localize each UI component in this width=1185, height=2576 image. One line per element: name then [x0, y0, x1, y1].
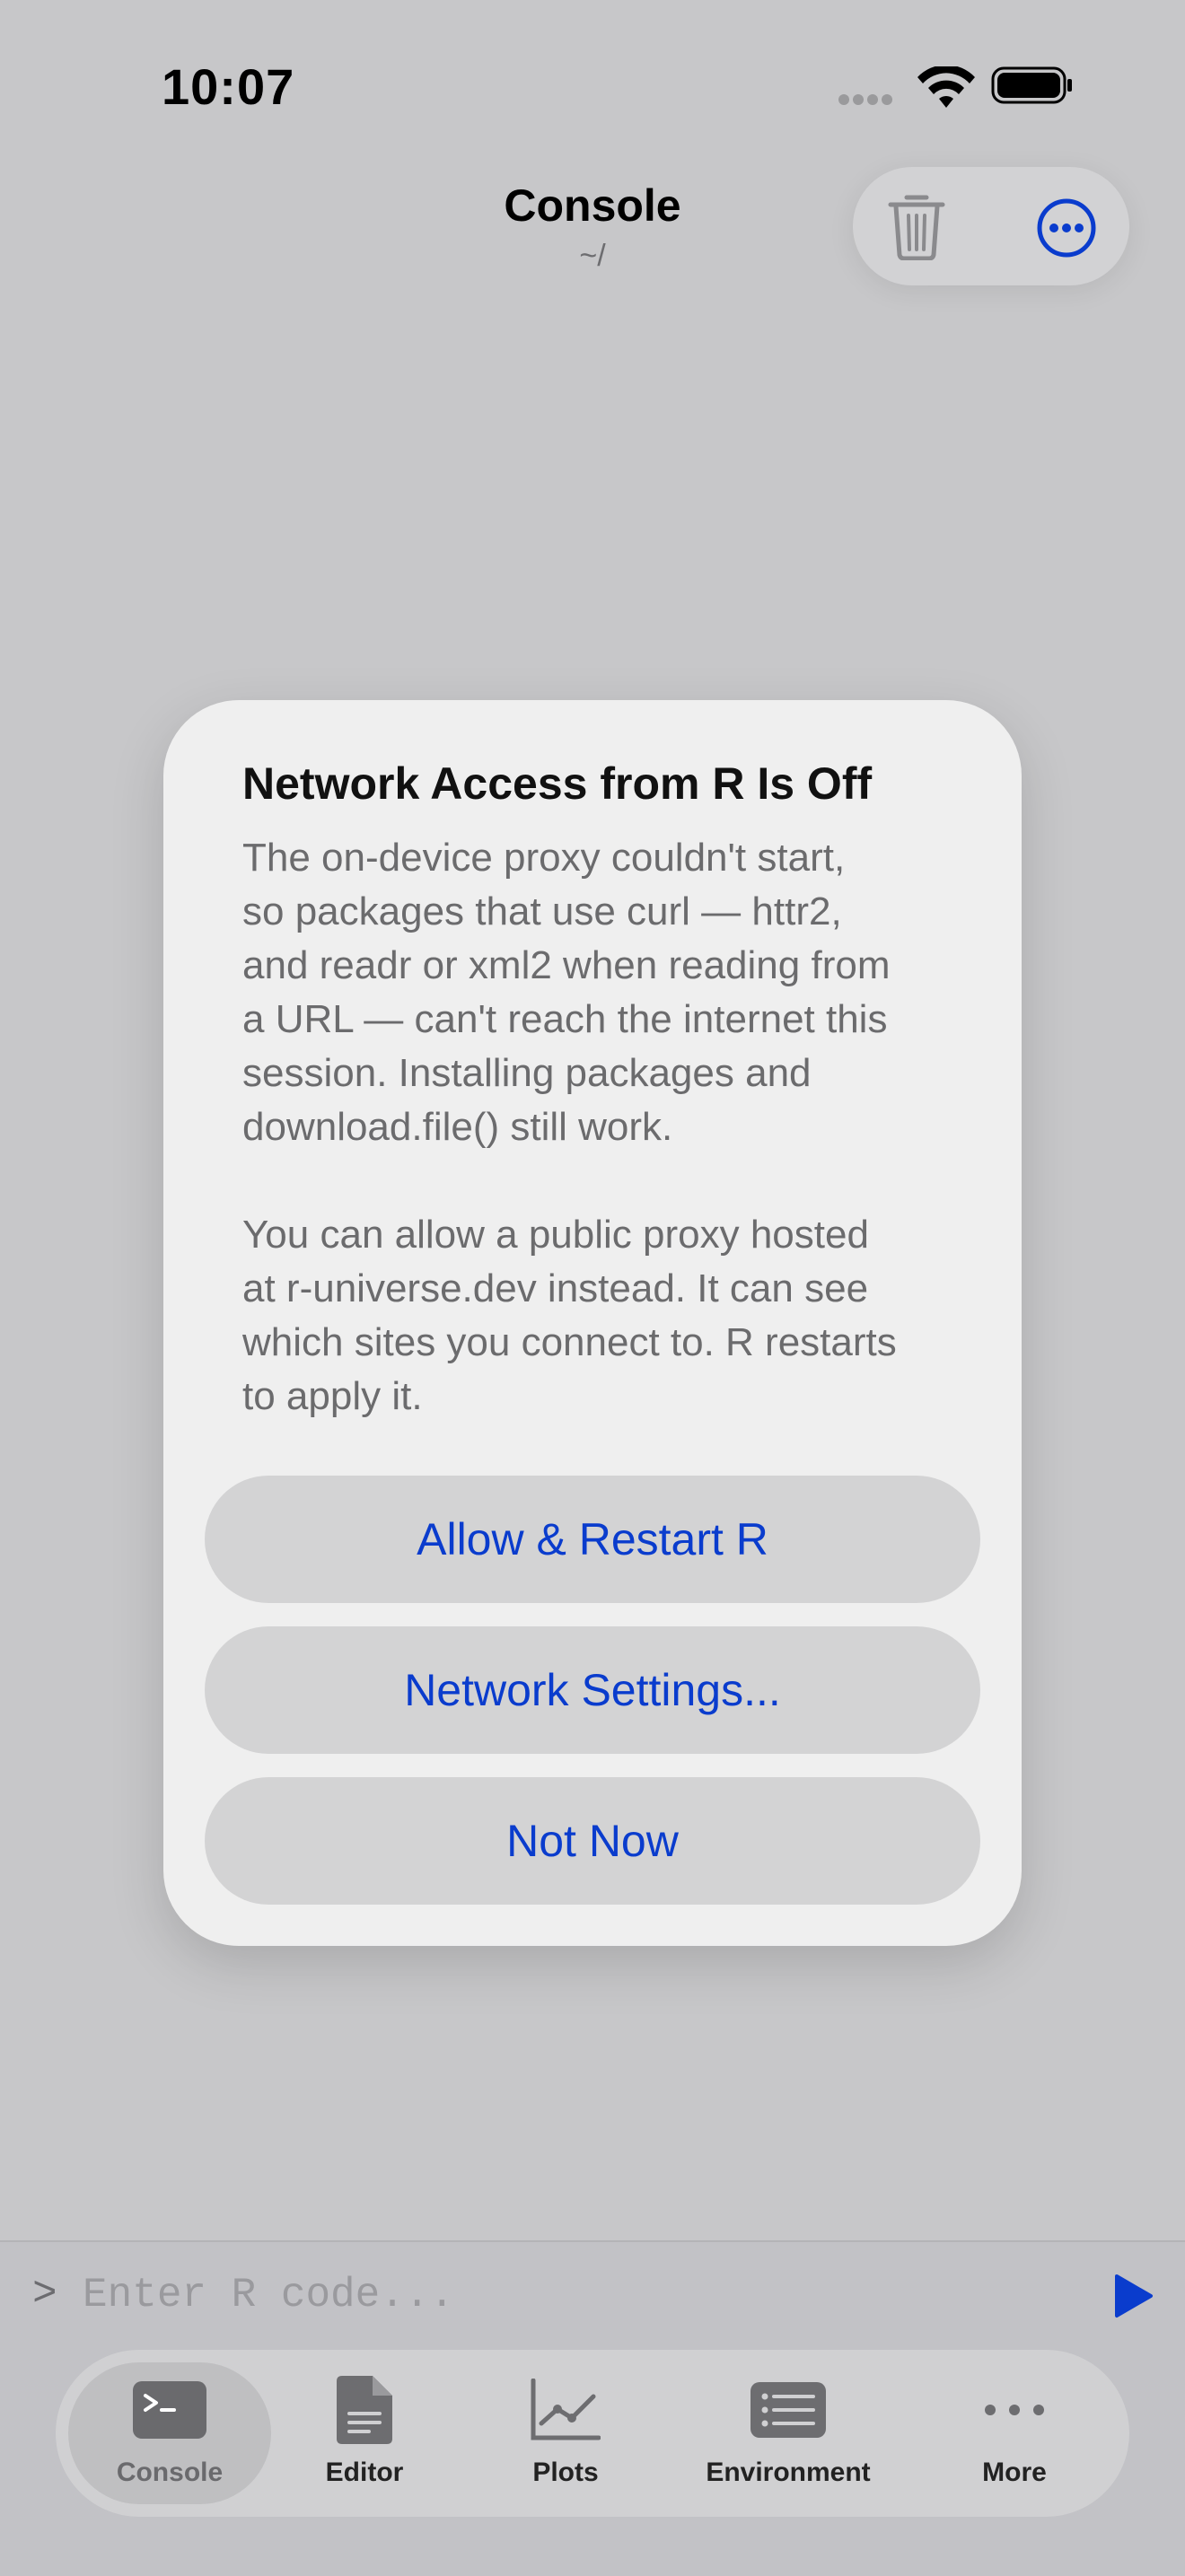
wifi-icon — [917, 66, 975, 108]
not-now-button[interactable]: Not Now — [205, 1777, 980, 1905]
trash-icon[interactable] — [887, 192, 946, 260]
network-settings-button[interactable]: Network Settings... — [205, 1626, 980, 1754]
console-prompt: > — [32, 2271, 57, 2318]
status-time: 10:07 — [162, 58, 295, 115]
run-icon[interactable] — [1111, 2273, 1154, 2319]
battery-icon — [991, 66, 1072, 104]
r-code-input[interactable] — [81, 2267, 1072, 2323]
chart-line-icon — [531, 2379, 601, 2440]
tab-plots[interactable]: Plots — [503, 2377, 628, 2502]
allow-restart-button[interactable]: Allow & Restart R — [205, 1476, 980, 1603]
ellipsis-icon — [985, 2405, 1044, 2415]
tab-label: Editor — [325, 2458, 404, 2487]
tab-label: Console — [116, 2458, 224, 2487]
tab-editor[interactable]: Editor — [302, 2376, 427, 2502]
dialog-title: Network Access from R Is Off — [242, 758, 873, 809]
tab-console[interactable]: Console — [75, 2377, 264, 2502]
list-icon — [750, 2382, 826, 2438]
ellipsis-circle-icon[interactable] — [1036, 197, 1097, 258]
tab-environment[interactable]: Environment — [689, 2377, 887, 2502]
tab-more[interactable]: More — [952, 2377, 1077, 2502]
document-icon — [337, 2376, 392, 2444]
terminal-icon — [133, 2381, 206, 2439]
tab-label: More — [982, 2458, 1047, 2487]
tab-label: Environment — [706, 2458, 871, 2487]
tab-label: Plots — [532, 2458, 599, 2487]
dialog-message: The on-device proxy couldn't start, so p… — [242, 836, 897, 1418]
cellular-signal-icon — [838, 93, 900, 106]
